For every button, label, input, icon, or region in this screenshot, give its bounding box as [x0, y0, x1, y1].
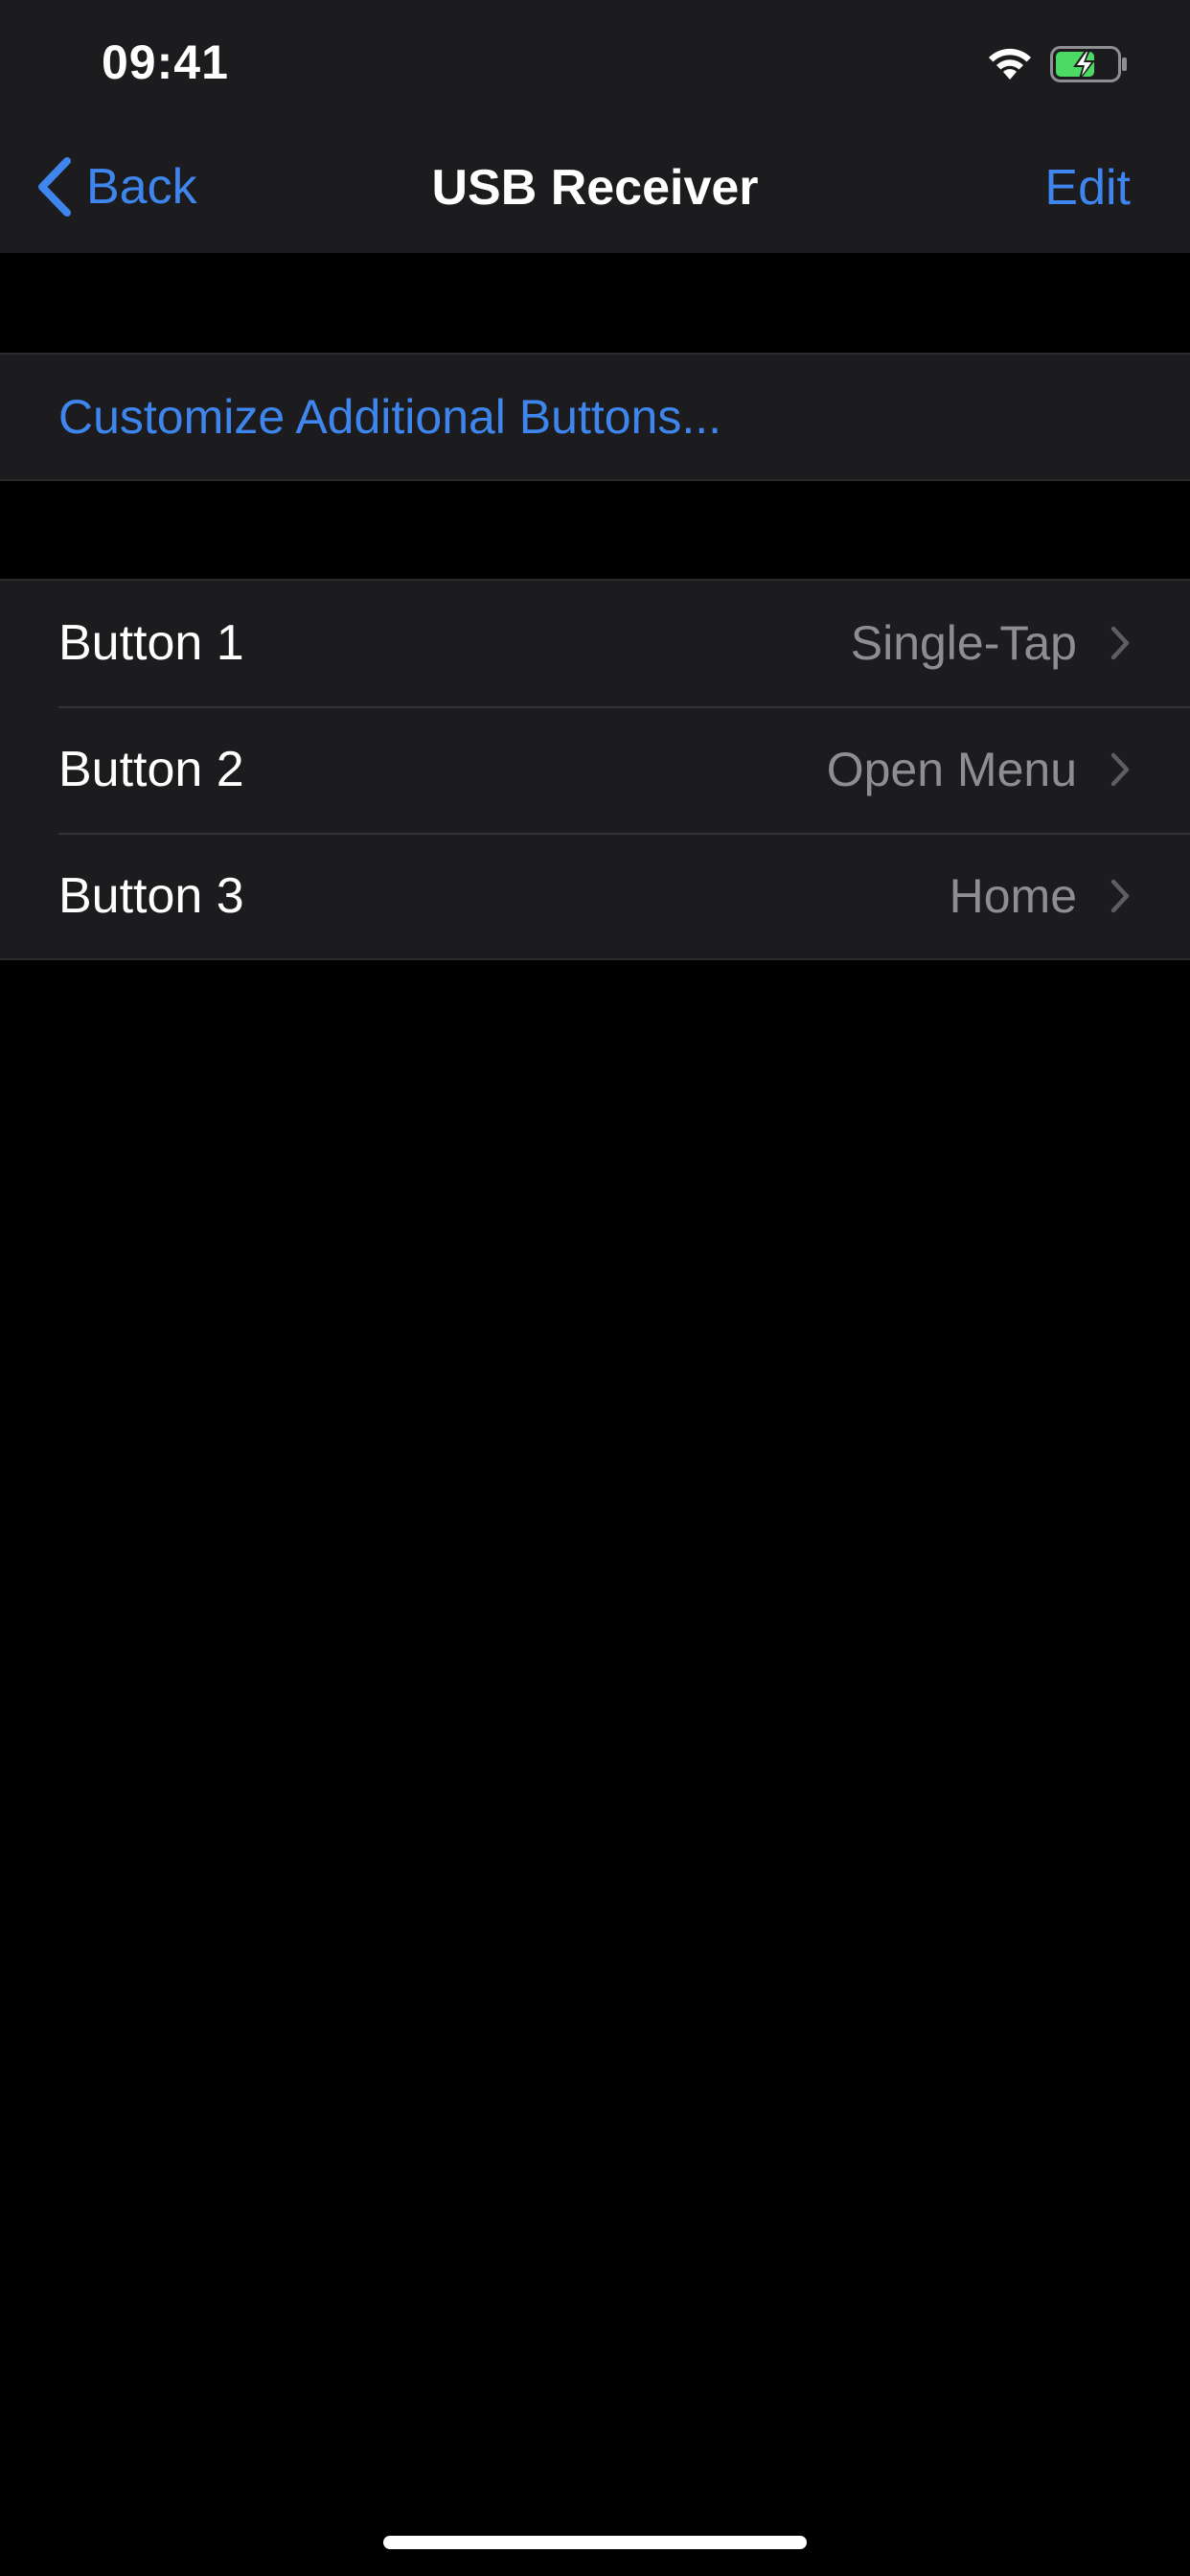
- chevron-right-icon: [1110, 626, 1130, 660]
- row-value: Home: [949, 869, 1077, 923]
- home-indicator[interactable]: [383, 2536, 807, 2549]
- edit-button[interactable]: Edit: [1044, 159, 1131, 217]
- page-title: USB Receiver: [431, 160, 759, 216]
- row-value: Open Menu: [826, 743, 1077, 796]
- row-label: Button 3: [58, 868, 244, 924]
- row-value: Single-Tap: [850, 616, 1077, 670]
- chevron-right-icon: [1110, 752, 1130, 787]
- wifi-icon: [989, 48, 1031, 80]
- list-item-button-1[interactable]: Button 1 Single-Tap: [0, 581, 1190, 705]
- row-label: Button 2: [58, 742, 244, 797]
- customize-section: Customize Additional Buttons...: [0, 353, 1190, 481]
- list-item-button-3[interactable]: Button 3 Home: [0, 833, 1190, 958]
- status-time: 09:41: [102, 35, 229, 89]
- top-bar: 09:41 Back USB Receiver Edit: [0, 0, 1190, 253]
- row-label: Button 1: [58, 615, 244, 671]
- customize-additional-buttons-link[interactable]: Customize Additional Buttons...: [58, 389, 721, 445]
- battery-charging-icon: [1050, 46, 1127, 82]
- buttons-list: Button 1 Single-Tap Button 2 Open Menu B…: [0, 579, 1190, 960]
- chevron-right-icon: [1110, 879, 1130, 913]
- list-item-button-2[interactable]: Button 2 Open Menu: [0, 706, 1190, 832]
